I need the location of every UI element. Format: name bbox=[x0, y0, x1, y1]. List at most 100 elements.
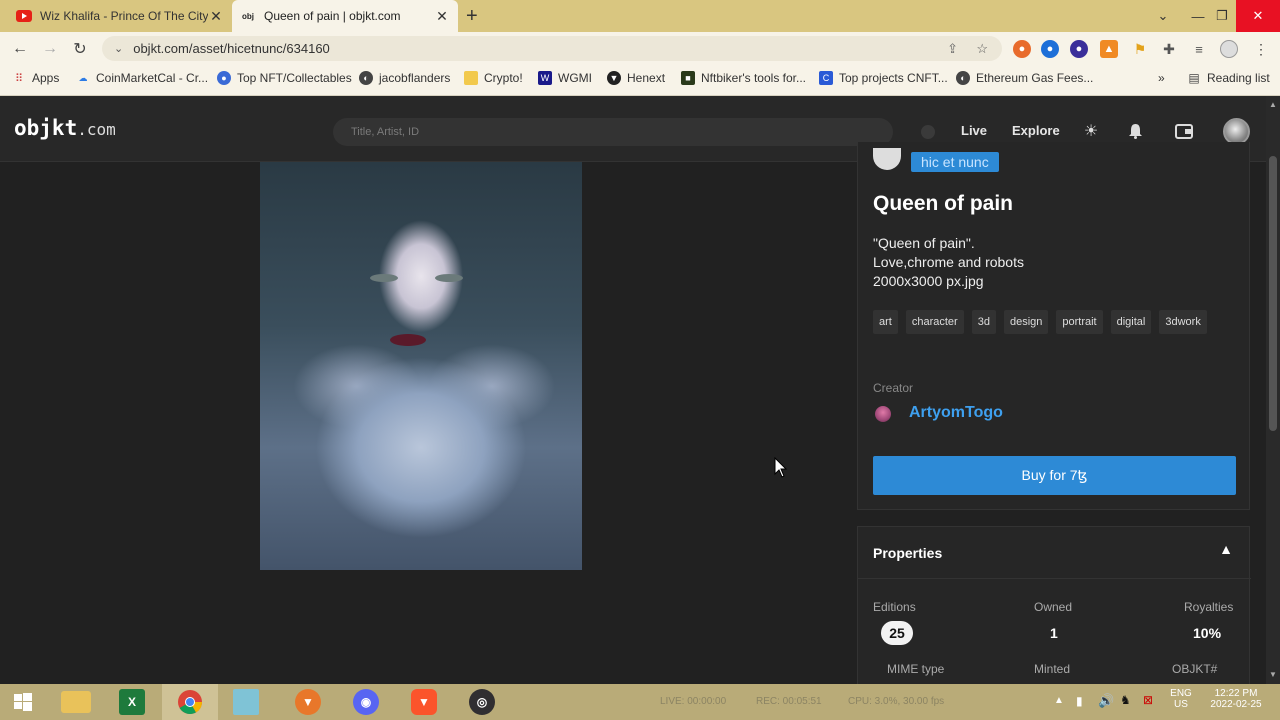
taskbar-chrome[interactable] bbox=[162, 684, 218, 720]
user-avatar[interactable] bbox=[1223, 118, 1250, 145]
forward-button[interactable]: → bbox=[39, 38, 61, 60]
bookmark-top-nft[interactable]: ● Top NFT/Collectables bbox=[217, 71, 352, 85]
minted-label: Minted bbox=[1034, 662, 1071, 676]
system-clock[interactable]: 12:22 PM 2022-02-25 bbox=[1200, 688, 1272, 710]
close-icon[interactable]: ✕ bbox=[208, 8, 224, 25]
bookmark-nftbiker[interactable]: ■ Nftbiker's tools for... bbox=[681, 71, 806, 85]
tab-youtube[interactable]: Wiz Khalifa - Prince Of The City 2 ✕ bbox=[8, 0, 232, 32]
volume-icon[interactable]: 🔊 bbox=[1098, 693, 1114, 709]
tag-art[interactable]: art bbox=[873, 310, 898, 334]
browser-toolbar: ← → ↻ ⌄ objkt.com/asset/hicetnunc/634160… bbox=[0, 32, 1280, 65]
reading-mode-icon[interactable]: ≡ bbox=[1190, 40, 1208, 58]
vpn-shield-icon: ▼ bbox=[295, 689, 321, 715]
artwork-image[interactable] bbox=[260, 162, 582, 570]
buy-button[interactable]: Buy for 7ꜩ bbox=[873, 456, 1236, 495]
bookmark-coinmarketcal[interactable]: ☁ CoinMarketCal - Cr... bbox=[76, 71, 209, 85]
address-bar[interactable]: ⌄ objkt.com/asset/hicetnunc/634160 ⇪ ☆ bbox=[102, 36, 1002, 61]
nav-explore[interactable]: Explore bbox=[1012, 123, 1060, 138]
wallet-icon[interactable] bbox=[1173, 120, 1195, 142]
bookmark-henext[interactable]: ▼ Henext bbox=[607, 71, 665, 85]
nav-live[interactable]: Live bbox=[961, 123, 987, 138]
editions-value: 25 bbox=[881, 621, 913, 645]
page-scrollbar[interactable]: ▲ ▼ bbox=[1266, 96, 1280, 684]
tray-app-icon[interactable]: ⊠ bbox=[1143, 693, 1153, 707]
bookmark-apps[interactable]: ⠿ Apps bbox=[12, 71, 59, 85]
extension-icon[interactable]: ● bbox=[1070, 40, 1088, 58]
site-info-icon[interactable]: ⌄ bbox=[114, 42, 123, 55]
tag-3d[interactable]: 3d bbox=[971, 310, 996, 334]
henext-icon: ▼ bbox=[607, 71, 621, 85]
taskbar-notes[interactable] bbox=[218, 684, 274, 720]
tag-3dwork[interactable]: 3dwork bbox=[1159, 310, 1207, 334]
notification-bell-icon[interactable] bbox=[1124, 120, 1146, 142]
scroll-down-arrow[interactable]: ▼ bbox=[1266, 668, 1280, 682]
extensions-puzzle-icon[interactable]: ✚ bbox=[1160, 40, 1178, 58]
youtube-icon bbox=[16, 8, 32, 24]
network-icon[interactable]: ▮ bbox=[1076, 694, 1083, 708]
start-button[interactable] bbox=[0, 684, 46, 720]
bookmark-top-projects[interactable]: C Top projects CNFT... bbox=[819, 71, 948, 85]
close-window-button[interactable]: ✕ bbox=[1236, 0, 1280, 32]
creator-avatar-icon[interactable] bbox=[875, 406, 891, 422]
tag-digital[interactable]: digital bbox=[1110, 310, 1152, 334]
scrollbar-thumb[interactable] bbox=[1269, 156, 1277, 431]
obs-live-status: LIVE: 00:00:00 bbox=[660, 696, 727, 707]
tag-design[interactable]: design bbox=[1003, 310, 1049, 334]
reload-button[interactable]: ↻ bbox=[69, 38, 91, 60]
platform-badge[interactable]: hic et nunc bbox=[911, 152, 999, 172]
tab-title: Queen of pain | objkt.com bbox=[264, 9, 401, 23]
input-language[interactable]: ENG US bbox=[1168, 688, 1194, 710]
taskbar-obs[interactable]: ◎ bbox=[454, 684, 510, 720]
taskbar-file-explorer[interactable] bbox=[48, 684, 104, 720]
owned-value: 1 bbox=[1050, 625, 1058, 641]
properties-header[interactable]: Properties ▲ bbox=[858, 527, 1251, 579]
restore-button[interactable]: ❐ bbox=[1208, 0, 1236, 32]
new-tab-button[interactable]: + bbox=[466, 5, 478, 28]
search-input[interactable] bbox=[333, 118, 893, 146]
folder-icon bbox=[464, 71, 478, 85]
more-bookmarks-icon[interactable]: » bbox=[1158, 71, 1165, 85]
extension-icon[interactable]: ● bbox=[1041, 40, 1059, 58]
bookmark-crypto[interactable]: Crypto! bbox=[464, 71, 523, 85]
scroll-up-arrow[interactable]: ▲ bbox=[1266, 98, 1280, 112]
site-logo[interactable]: objkt.com bbox=[14, 116, 116, 140]
obs-cpu-status: CPU: 3.0%, 30.00 fps bbox=[848, 696, 945, 707]
extension-icon[interactable]: ⚑ bbox=[1131, 40, 1149, 58]
asset-description: "Queen of pain". Love,chrome and robots … bbox=[873, 235, 1024, 289]
creator-link[interactable]: ArtyomTogo bbox=[909, 404, 1003, 422]
bookmarks-bar: ⠿ Apps ☁ CoinMarketCal - Cr... ● Top NFT… bbox=[0, 65, 1280, 96]
taskbar-discord[interactable]: ◉ bbox=[338, 684, 394, 720]
objkt-number-label: OBJKT# bbox=[1172, 662, 1218, 676]
cnft-icon: C bbox=[819, 71, 833, 85]
url-text: objkt.com/asset/hicetnunc/634160 bbox=[133, 41, 330, 56]
tab-search-icon[interactable]: ⌄ bbox=[1149, 0, 1177, 32]
menu-icon[interactable]: ⋮ bbox=[1252, 40, 1270, 58]
share-icon[interactable]: ⇪ bbox=[947, 41, 958, 57]
globe-icon: ◐ bbox=[359, 71, 373, 85]
bookmark-eth-gas[interactable]: ◐ Ethereum Gas Fees... bbox=[956, 71, 1093, 85]
close-icon[interactable]: ✕ bbox=[434, 8, 450, 25]
chevron-up-icon[interactable]: ▲ bbox=[1219, 541, 1233, 557]
taskbar-excel[interactable]: X bbox=[104, 684, 160, 720]
nft-icon: ● bbox=[217, 71, 231, 85]
reading-list-button[interactable]: ▤ Reading list bbox=[1187, 71, 1269, 85]
properties-panel: Properties ▲ Editions 25 Owned 1 Royalti… bbox=[857, 526, 1251, 684]
profile-icon[interactable] bbox=[1220, 40, 1238, 58]
tag-portrait[interactable]: portrait bbox=[1056, 310, 1103, 334]
bookmark-wgmi[interactable]: W WGMI bbox=[538, 71, 592, 85]
taskbar-brave[interactable]: ▼ bbox=[396, 684, 452, 720]
platform-logo-icon bbox=[873, 148, 901, 170]
taskbar: X ▼ ◉ ▼ ◎ LIVE: 00:00:00 REC: 00:05:51 C… bbox=[0, 684, 1280, 720]
metamask-icon[interactable]: ▲ bbox=[1100, 40, 1118, 58]
tray-overflow-icon[interactable]: ▲ bbox=[1054, 695, 1064, 706]
taskbar-brave-wallet[interactable]: ▼ bbox=[280, 684, 336, 720]
tab-objkt[interactable]: obj Queen of pain | objkt.com ✕ bbox=[232, 0, 458, 32]
extension-icon[interactable]: ● bbox=[1013, 40, 1031, 58]
tag-character[interactable]: character bbox=[905, 310, 964, 334]
bookmark-star-icon[interactable]: ☆ bbox=[976, 41, 988, 57]
tray-app-icon[interactable]: ♞ bbox=[1120, 693, 1131, 707]
notes-icon bbox=[233, 689, 259, 715]
theme-toggle-sun-icon[interactable]: ☀ bbox=[1080, 120, 1102, 142]
bookmark-jacobflanders[interactable]: ◐ jacobflanders bbox=[359, 71, 450, 85]
back-button[interactable]: ← bbox=[9, 38, 31, 60]
